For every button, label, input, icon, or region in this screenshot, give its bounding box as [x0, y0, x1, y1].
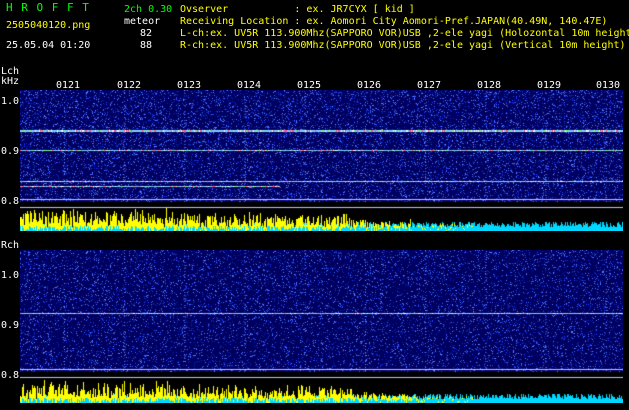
rch-freq-tick: 0.8 [1, 370, 20, 381]
rch-freq-tick: 0.9 [1, 320, 20, 331]
rch-freq-tick: 1.0 [1, 270, 20, 281]
rch-spectrogram-canvas [20, 250, 623, 403]
lch-freq-tick: 1.0 [1, 96, 20, 107]
location-line: Receiving Location : ex. Aomori City Aom… [180, 16, 608, 27]
mode-label: 2ch 0.30 [124, 4, 173, 15]
lch-info-line: L-ch:ex. UV5R 113.900Mhz(SAPPORO VOR)USB… [180, 28, 629, 39]
lch-freq-tick: 0.9 [1, 146, 20, 157]
lch-unit: kHz [1, 76, 20, 87]
filename-label: 2505040120.png [6, 20, 91, 31]
rch-label: Rch [1, 240, 20, 251]
count-lch: 82 [140, 28, 153, 39]
count-rch: 88 [140, 40, 153, 51]
datetime-label: 25.05.04 01:20 [6, 40, 91, 51]
rch-spectrogram [20, 250, 623, 403]
type-label: meteor [124, 16, 161, 27]
lch-freq-tick: 0.8 [1, 196, 20, 207]
app-logo: H R O F F T [6, 1, 90, 14]
observer-line: Ovserver : ex. JR7CYX [ kid ] [180, 4, 415, 15]
lch-spectrogram [20, 90, 623, 231]
lch-spectrogram-canvas [20, 90, 623, 231]
rch-info-line: R-ch:ex. UV5R 113.900Mhz(SAPPORO VOR)USB… [180, 40, 626, 51]
